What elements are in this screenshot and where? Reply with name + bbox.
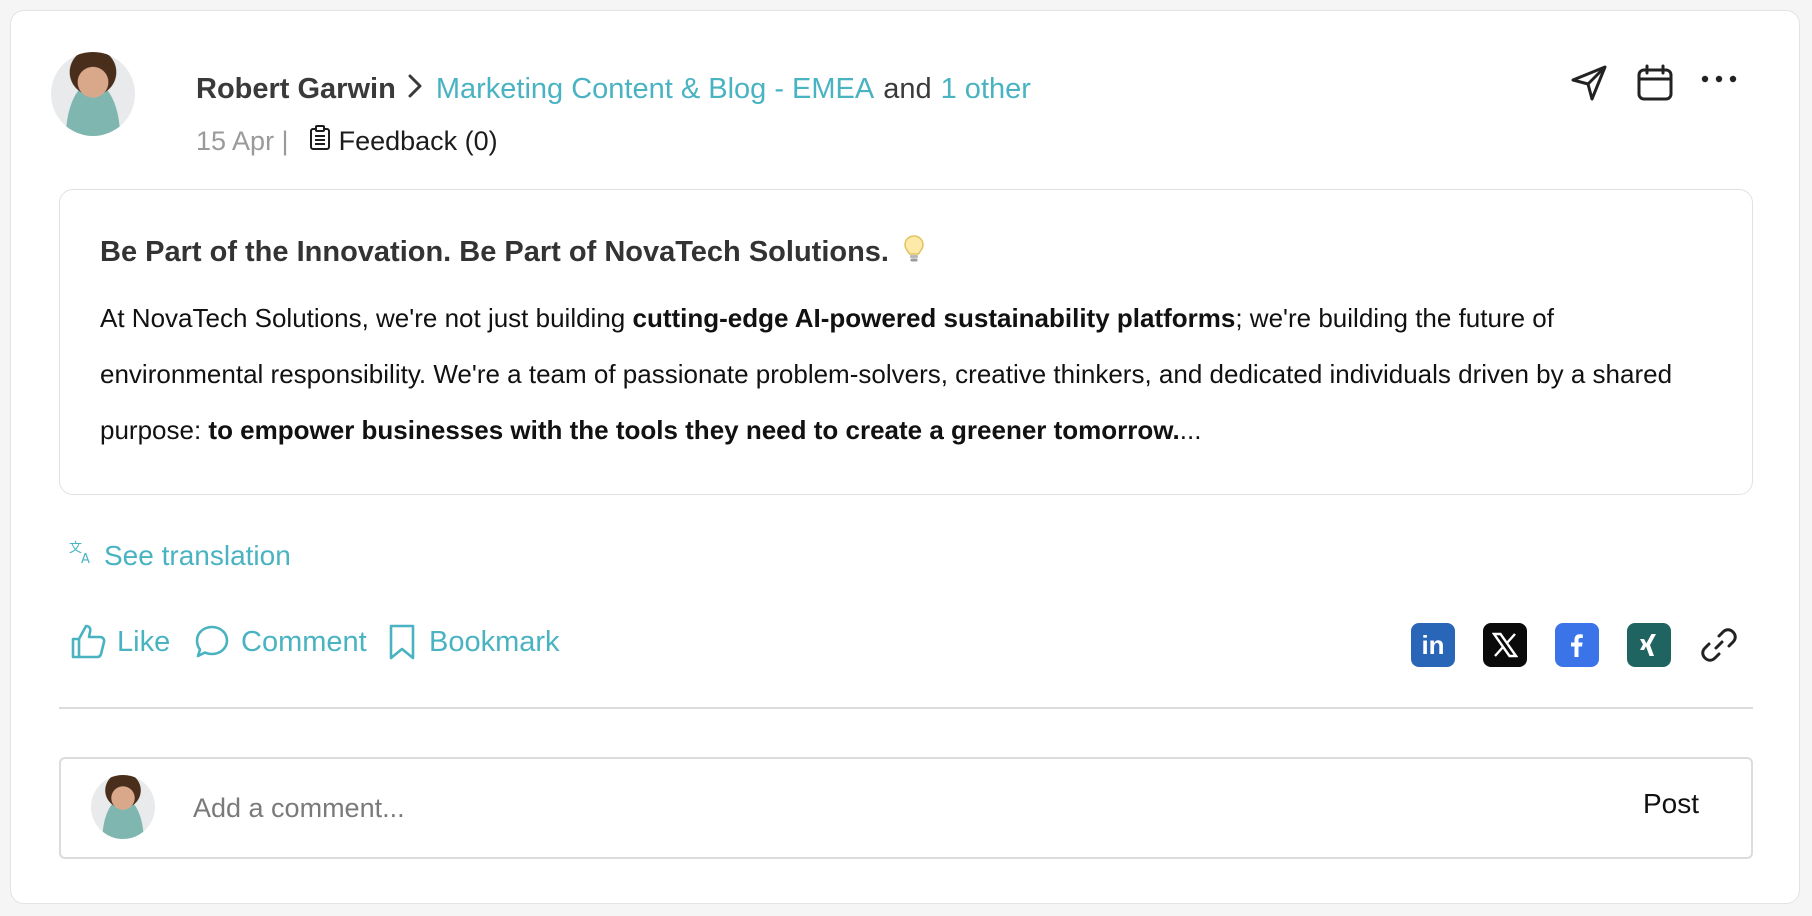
post-card: Robert Garwin Marketing Content & Blog -… (10, 10, 1800, 904)
thumbs-up-icon (71, 624, 106, 659)
post-body-bold-2: to empower businesses with the tools the… (208, 415, 1180, 445)
commenter-avatar (91, 775, 155, 839)
calendar-icon[interactable] (1635, 63, 1675, 103)
comment-bubble-icon (195, 625, 229, 658)
xing-share-button[interactable] (1627, 623, 1671, 667)
svg-text:A: A (81, 552, 90, 565)
linkedin-icon: in (1421, 629, 1445, 660)
x-icon (1492, 632, 1518, 658)
x-share-button[interactable] (1483, 623, 1527, 667)
see-translation-link[interactable]: 文 A See translation (68, 539, 291, 572)
link-icon[interactable] (1699, 625, 1739, 665)
xing-icon (1640, 634, 1656, 656)
comment-button[interactable]: Comment (193, 623, 367, 661)
comment-input[interactable] (191, 785, 1495, 831)
bookmark-icon (389, 624, 415, 660)
lightbulb-icon (903, 234, 925, 272)
read-more[interactable]: ... (1180, 415, 1202, 445)
post-content: Be Part of the Innovation. Be Part of No… (59, 189, 1753, 495)
feedback-link[interactable]: Feedback (0) (339, 126, 498, 157)
more-icon[interactable] (1701, 71, 1737, 87)
clipboard-icon (309, 125, 331, 158)
send-icon[interactable] (1569, 63, 1609, 103)
facebook-share-button[interactable] (1555, 623, 1599, 667)
and-text: and (883, 73, 932, 105)
bookmark-button[interactable]: Bookmark (385, 623, 560, 661)
post-date: 15 Apr | (196, 126, 289, 156)
post-title: Be Part of the Innovation. Be Part of No… (100, 234, 925, 272)
divider (59, 707, 1753, 709)
post-title-text: Be Part of the Innovation. Be Part of No… (100, 236, 889, 268)
translate-icon: 文 A (68, 539, 94, 572)
post-comment-button[interactable]: Post (1637, 787, 1705, 821)
group-link[interactable]: Marketing Content & Blog - EMEA (436, 73, 874, 106)
post-header: Robert Garwin Marketing Content & Blog -… (196, 73, 1031, 106)
like-button[interactable]: Like (69, 623, 170, 661)
other-groups-link[interactable]: 1 other (941, 73, 1031, 106)
post-body: At NovaTech Solutions, we're not just bu… (100, 303, 1673, 445)
author-avatar[interactable] (51, 52, 135, 136)
chevron-right-icon (408, 73, 422, 106)
comment-composer: Post (59, 757, 1753, 859)
post-meta: 15 Apr | Feedback (0) (196, 125, 498, 158)
facebook-icon (1571, 634, 1583, 657)
author-name[interactable]: Robert Garwin (196, 73, 396, 106)
linkedin-share-button[interactable]: in (1411, 623, 1455, 667)
post-body-bold-1: cutting-edge AI-powered sustainability p… (632, 303, 1236, 333)
